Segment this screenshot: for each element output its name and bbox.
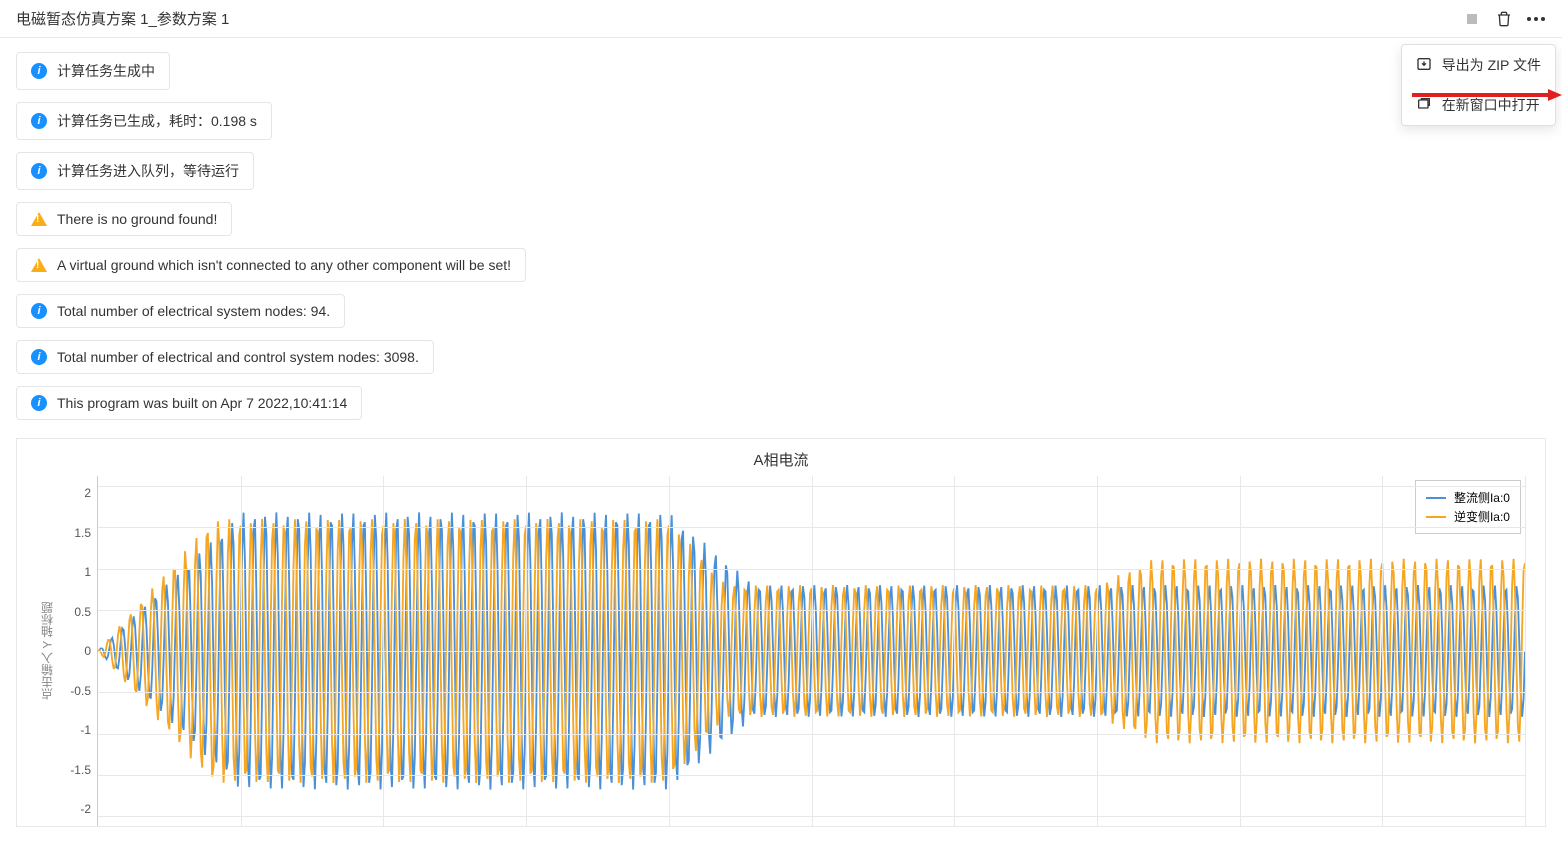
header-bar: 电磁暂态仿真方案 1_参数方案 1 [0,0,1562,38]
grid-line-v [241,476,242,826]
message-pill: i Total number of electrical system nodes… [16,294,345,328]
info-icon: i [31,163,47,179]
more-icon[interactable] [1526,9,1546,29]
page-title: 电磁暂态仿真方案 1_参数方案 1 [16,8,229,29]
info-icon: i [31,303,47,319]
message-pill: i 计算任务已生成，耗时：0.198 s [16,102,272,140]
legend-label-0: 整流侧Ia:0 [1454,489,1510,506]
y-tick: 1 [84,565,91,579]
message-text: This program was built on Apr 7 2022,10:… [57,395,347,411]
message-pill: i This program was built on Apr 7 2022,10… [16,386,362,420]
chart-title: A相电流 [37,449,1525,470]
message-text: There is no ground found! [57,211,217,227]
export-zip-label: 导出为 ZIP 文件 [1442,55,1541,75]
y-tick: -1.5 [70,763,91,777]
y-tick: -0.5 [70,684,91,698]
chart-panel: A相电流 点击输入 Y 轴标题 2 1.5 1 0.5 0 -0.5 -1 -1.5 -2 整流… [16,438,1546,827]
grid-line-v [1240,476,1241,826]
grid-line-v [669,476,670,826]
open-new-window-item[interactable]: 在新窗口中打开 [1402,85,1555,125]
y-tick: 1.5 [74,526,91,540]
message-pill: There is no ground found! [16,202,232,236]
chart-area: 点击输入 Y 轴标题 2 1.5 1 0.5 0 -0.5 -1 -1.5 -2 整流侧Ia:0… [37,476,1525,826]
grid-line-v [1525,476,1526,826]
more-dropdown: 导出为 ZIP 文件 在新窗口中打开 [1401,44,1556,126]
message-text: Total number of electrical system nodes:… [57,303,330,319]
grid-line-v [1382,476,1383,826]
y-tick: 0.5 [74,605,91,619]
legend-item-0[interactable]: 整流侧Ia:0 [1426,489,1510,506]
y-tick: 2 [84,486,91,500]
stop-icon[interactable] [1462,9,1482,29]
message-text: 计算任务进入队列，等待运行 [57,161,239,181]
export-zip-item[interactable]: 导出为 ZIP 文件 [1402,45,1555,85]
chart-legend: 整流侧Ia:0 逆变侧Ia:0 [1415,480,1521,534]
legend-swatch-1 [1426,516,1446,518]
y-axis-label[interactable]: 点击输入 Y 轴标题 [37,476,57,826]
export-icon [1416,56,1432,75]
grid-line-v [1097,476,1098,826]
y-tick: 0 [84,644,91,658]
info-icon: i [31,349,47,365]
message-pill: i Total number of electrical and control … [16,340,434,374]
warning-icon [31,258,47,272]
legend-swatch-0 [1426,497,1446,499]
open-new-window-label: 在新窗口中打开 [1442,95,1540,115]
info-icon: i [31,113,47,129]
content-area: i 计算任务生成中 i 计算任务已生成，耗时：0.198 s i 计算任务进入队列，等待运… [0,38,1562,841]
info-icon: i [31,63,47,79]
new-window-icon [1416,96,1432,115]
message-text: 计算任务生成中 [57,61,155,81]
message-pill: A virtual ground which isn't connected t… [16,248,526,282]
messages-list: i 计算任务生成中 i 计算任务已生成，耗时：0.198 s i 计算任务进入队列，等待运… [16,52,1546,432]
warning-icon [31,212,47,226]
grid-line-v [526,476,527,826]
info-icon: i [31,395,47,411]
plot-area[interactable]: 整流侧Ia:0 逆变侧Ia:0 [97,476,1525,826]
legend-item-1[interactable]: 逆变侧Ia:0 [1426,508,1510,525]
grid-line-v [383,476,384,826]
message-text: A virtual ground which isn't connected t… [57,257,511,273]
y-tick: -2 [80,802,91,816]
grid-line-v [812,476,813,826]
header-actions [1462,9,1546,29]
y-axis-ticks: 2 1.5 1 0.5 0 -0.5 -1 -1.5 -2 [57,476,97,826]
legend-label-1: 逆变侧Ia:0 [1454,508,1510,525]
message-pill: i 计算任务生成中 [16,52,170,90]
message-pill: i 计算任务进入队列，等待运行 [16,152,254,190]
delete-icon[interactable] [1494,9,1514,29]
message-text: 计算任务已生成，耗时：0.198 s [57,111,257,131]
grid-line-v [954,476,955,826]
y-tick: -1 [80,723,91,737]
message-text: Total number of electrical and control s… [57,349,419,365]
